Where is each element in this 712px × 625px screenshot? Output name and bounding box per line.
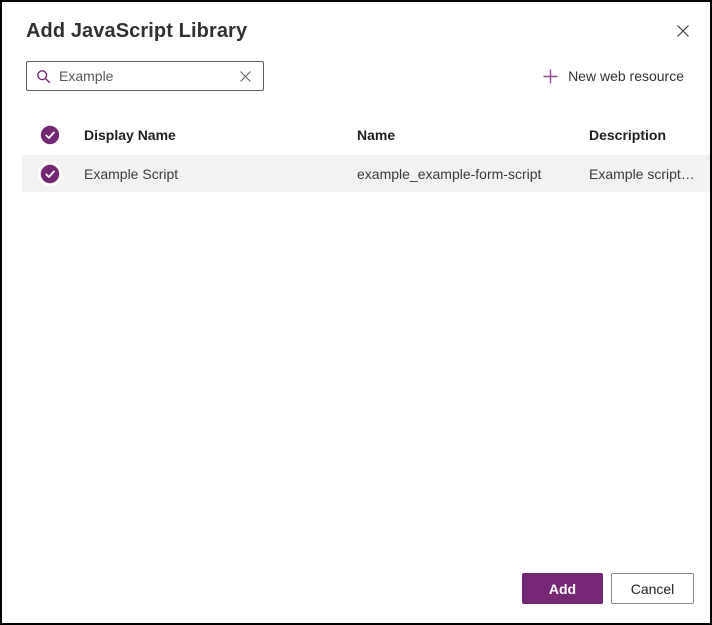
new-web-resource-button[interactable]: New web resource [542,68,684,85]
row-name: example_example-form-script [357,166,589,182]
add-button[interactable]: Add [522,573,603,604]
row-select-cell [22,164,84,184]
search-box[interactable] [26,61,264,91]
new-web-resource-label: New web resource [568,68,684,84]
close-button[interactable] [670,18,696,44]
column-header-display-name: Display Name [84,127,357,143]
dialog-header: Add JavaScript Library [2,2,710,44]
clear-search-button[interactable] [235,66,255,86]
column-header-description: Description [589,127,710,143]
plus-icon [542,68,559,85]
select-all-checkbox[interactable] [40,125,60,145]
cancel-button[interactable]: Cancel [611,573,694,604]
toolbar: New web resource [2,61,710,91]
web-resource-table: Display Name Name Description Example Sc… [22,120,710,192]
clear-icon [239,70,252,83]
select-all-cell [22,125,84,145]
row-display-name: Example Script [84,166,357,182]
row-checkbox[interactable] [40,164,60,184]
search-icon [36,69,51,84]
dialog-footer: Add Cancel [2,573,710,623]
row-description: Example script… [589,166,710,182]
close-icon [675,23,691,39]
dialog-title: Add JavaScript Library [26,18,247,43]
table-row[interactable]: Example Script example_example-form-scri… [22,155,710,192]
search-input[interactable] [59,68,235,84]
check-circle-icon [40,164,60,184]
check-circle-icon [40,125,60,145]
add-javascript-library-dialog: Add JavaScript Library [0,0,712,625]
table-header-row: Display Name Name Description [22,120,710,150]
column-header-name: Name [357,127,589,143]
